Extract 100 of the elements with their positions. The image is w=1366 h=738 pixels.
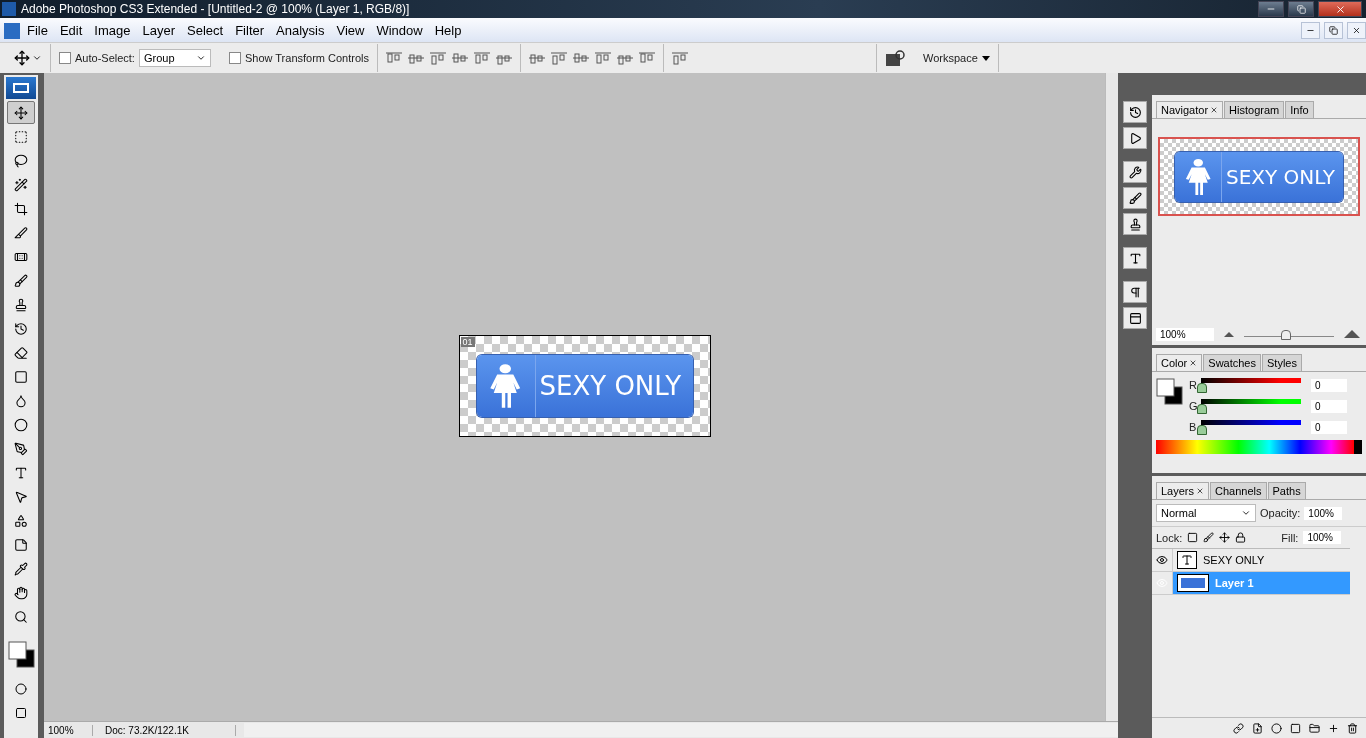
checkbox[interactable] (228, 52, 241, 64)
close-icon[interactable] (1352, 25, 1361, 35)
color-spectrum-bar[interactable] (1156, 440, 1362, 454)
visibility-toggle[interactable] (1152, 572, 1173, 594)
panel-tab[interactable]: Color (1156, 354, 1203, 371)
layer-thumbnail (1177, 574, 1209, 592)
panel-tab[interactable]: Paths (1267, 482, 1306, 499)
sign-text: SEXY ONLY (1225, 164, 1335, 189)
layer-action-icon[interactable] (1328, 722, 1339, 734)
color-swatches-icon[interactable] (1156, 378, 1183, 405)
align-icon[interactable] (595, 51, 612, 65)
align-icon[interactable] (452, 51, 469, 65)
menu-item[interactable]: Filter (230, 22, 270, 38)
align-icon[interactable] (430, 51, 447, 65)
layer-action-icon[interactable] (1252, 722, 1263, 734)
vertical-scrollbar[interactable] (1105, 73, 1118, 721)
align-icon[interactable] (551, 51, 568, 65)
channel-value-field[interactable]: 0 (1311, 420, 1347, 434)
align-icon[interactable] (639, 51, 656, 65)
menu-item[interactable]: Layer (137, 22, 181, 38)
slider-thumb[interactable] (1197, 383, 1207, 393)
panel-shortcut-icon[interactable] (1123, 247, 1147, 269)
channel-value-field[interactable]: 0 (1311, 378, 1347, 392)
close-icon[interactable] (1196, 487, 1205, 495)
zoom-slider[interactable] (1244, 327, 1334, 341)
panel-tab[interactable]: Navigator (1156, 101, 1224, 118)
align-icon[interactable] (474, 51, 491, 65)
panel-shortcut-icon[interactable] (1123, 161, 1147, 183)
workspace-menu[interactable]: Workspace (923, 52, 978, 64)
panel-shortcut-icon[interactable] (1123, 127, 1147, 149)
menu-item[interactable]: Select (182, 22, 229, 38)
text-layer-thumbnail (1177, 551, 1197, 569)
panel-tab[interactable]: Info (1285, 101, 1314, 118)
menu-item[interactable]: Analysis (271, 22, 330, 38)
panel-tab[interactable]: Channels (1210, 482, 1267, 499)
caret-icon[interactable] (195, 53, 206, 63)
minimize-button[interactable] (1258, 1, 1284, 17)
menu-item[interactable]: Image (89, 22, 136, 38)
close-button[interactable] (1347, 21, 1366, 39)
panel-tab[interactable]: Styles (1262, 354, 1302, 371)
zoom-field[interactable]: 100% (1156, 327, 1214, 341)
channel-gradient-bar[interactable] (1201, 399, 1301, 404)
lock-transparency-icon[interactable] (1187, 532, 1199, 543)
panel-tab[interactable]: Histogram (1224, 101, 1285, 118)
close-icon[interactable] (1210, 106, 1219, 114)
ps-logo-icon (6, 77, 36, 99)
align-icon[interactable] (408, 51, 425, 65)
panel-tab[interactable]: Swatches (1203, 354, 1261, 371)
channel-label: B (1189, 421, 1197, 433)
bridge-folder-icon[interactable] (885, 49, 908, 67)
restore-icon[interactable] (1329, 25, 1338, 35)
layer-group-dropdown[interactable]: Group (138, 49, 211, 67)
blend-mode-dropdown[interactable]: Normal (1156, 504, 1256, 522)
channel-label: R (1189, 379, 1197, 391)
zoom-slider-thumb[interactable] (1280, 330, 1291, 340)
lock-icon[interactable] (1235, 532, 1247, 543)
caret-icon[interactable] (1241, 508, 1251, 518)
restore-icon[interactable] (1296, 4, 1306, 14)
layer-action-icon[interactable] (1309, 722, 1320, 734)
menu-item[interactable]: Help (429, 22, 467, 38)
lock-brush-icon[interactable] (1203, 532, 1215, 543)
close-icon[interactable] (1334, 3, 1346, 15)
eye-icon[interactable] (1156, 554, 1168, 566)
channel-value-field[interactable]: 0 (1311, 399, 1347, 413)
move-tool-icon[interactable] (14, 50, 30, 66)
caret-icon[interactable] (981, 55, 990, 61)
horizontal-scrollbar[interactable] (244, 723, 1118, 737)
layer-action-icon[interactable] (1347, 722, 1358, 734)
panel-shortcut-icon[interactable] (1123, 307, 1147, 329)
slider-thumb[interactable] (1197, 425, 1207, 435)
menu-item[interactable]: View (331, 22, 370, 38)
zoom-out-icon[interactable] (1224, 331, 1234, 337)
menu-item[interactable]: Edit (54, 22, 88, 38)
caret-icon[interactable] (32, 53, 42, 63)
zoom-in-icon[interactable] (1344, 330, 1360, 338)
opacity-field[interactable]: 100% (1304, 506, 1343, 520)
restore-button[interactable] (1288, 1, 1314, 17)
layer-action-icon[interactable] (1233, 722, 1244, 734)
panel-shortcut-icon[interactable] (1123, 101, 1147, 123)
layer-action-icon[interactable] (1290, 722, 1301, 734)
fill-field[interactable]: 100% (1303, 531, 1342, 544)
color-swatches-icon[interactable] (7, 641, 35, 668)
align-icon[interactable] (529, 51, 546, 65)
align-icon[interactable] (386, 51, 403, 65)
align-icon[interactable] (672, 51, 689, 65)
move-tool-icon[interactable] (7, 101, 35, 124)
layer-action-icon[interactable] (1271, 722, 1282, 734)
menu-item[interactable]: File (22, 22, 53, 38)
panel-shortcut-icon[interactable] (1123, 187, 1147, 209)
zoom-level[interactable]: 100% (44, 724, 93, 736)
panel-shortcut-icon[interactable] (1123, 281, 1147, 303)
panel-shortcut-icon[interactable] (1123, 213, 1147, 235)
close-icon[interactable] (1189, 359, 1198, 367)
menu-item[interactable]: Window (371, 22, 428, 38)
checkbox[interactable] (59, 52, 71, 64)
panel-tab[interactable]: Layers (1156, 482, 1210, 499)
slider-thumb[interactable] (1197, 404, 1207, 414)
align-icon[interactable] (573, 51, 590, 65)
restore-button[interactable] (1324, 21, 1343, 39)
lock-position-icon[interactable] (1219, 532, 1231, 543)
